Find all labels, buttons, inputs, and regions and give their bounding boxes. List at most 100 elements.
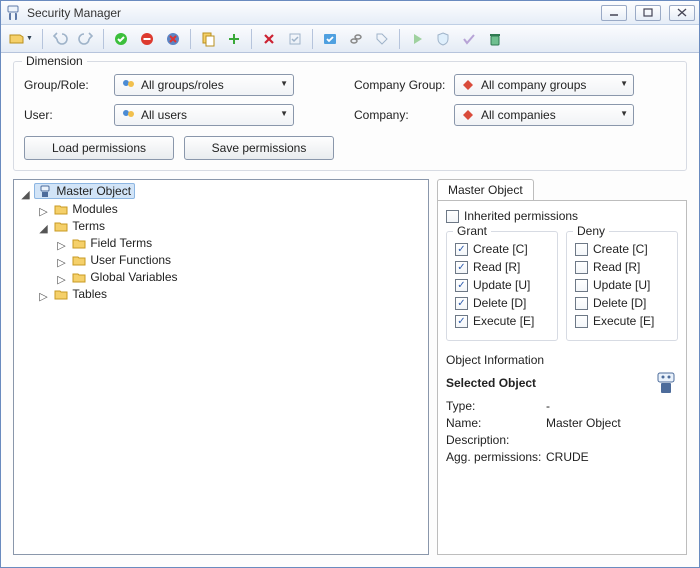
tree-node-field-terms[interactable]: Field Terms	[70, 236, 154, 250]
load-permissions-button[interactable]: Load permissions	[24, 136, 174, 160]
tree-collapse-icon[interactable]: ◢	[20, 188, 31, 201]
selected-object-label: Selected Object	[446, 376, 536, 390]
combo-user[interactable]: All users ▼	[114, 104, 294, 126]
toolbar-tag[interactable]	[370, 28, 394, 50]
combo-company-group-value: All company groups	[481, 78, 586, 92]
inherited-permissions-checkbox[interactable]: Inherited permissions	[446, 209, 678, 223]
grant-legend: Grant	[453, 224, 491, 238]
label-group-role: Group/Role:	[24, 78, 114, 92]
toolbar-check[interactable]	[318, 28, 342, 50]
folder-icon	[72, 236, 86, 250]
users-icon	[121, 108, 135, 122]
combo-company-group[interactable]: All company groups ▼	[454, 74, 634, 96]
info-value-type: -	[546, 399, 678, 413]
combo-group-role[interactable]: All groups/roles ▼	[114, 74, 294, 96]
chevron-down-icon: ▼	[280, 79, 288, 88]
tree-expand-icon[interactable]: ▷	[56, 256, 67, 269]
close-button[interactable]	[669, 5, 695, 21]
toolbar-run[interactable]	[405, 28, 429, 50]
grant-read-checkbox[interactable]: ✓Read [R]	[455, 260, 549, 274]
tree-node-modules[interactable]: Modules	[52, 202, 119, 216]
app-window: Security Manager ▼	[0, 0, 700, 568]
deny-read-checkbox[interactable]: Read [R]	[575, 260, 669, 274]
toolbar-copy[interactable]	[196, 28, 220, 50]
toolbar-remove[interactable]	[257, 28, 281, 50]
toolbar-edit[interactable]	[283, 28, 307, 50]
checkbox-icon: ✓	[455, 243, 468, 256]
tree-node-master-object[interactable]: Master Object	[34, 183, 135, 199]
chevron-down-icon: ▼	[280, 109, 288, 118]
toolbar-deny[interactable]	[135, 28, 159, 50]
toolbar-undo[interactable]	[48, 28, 72, 50]
robot-icon	[654, 371, 678, 395]
toolbar-trash[interactable]	[483, 28, 507, 50]
deny-box: Deny Create [C] Read [R] Update [U] Dele…	[566, 231, 678, 341]
deny-execute-checkbox[interactable]: Execute [E]	[575, 314, 669, 328]
checkbox-icon	[575, 261, 588, 274]
tree-expand-icon[interactable]: ▷	[38, 205, 49, 218]
selected-object-row: Selected Object	[446, 371, 678, 395]
combo-company[interactable]: All companies ▼	[454, 104, 634, 126]
company-group-icon	[461, 78, 475, 92]
folder-icon	[54, 219, 68, 233]
tree-node-tables[interactable]: Tables	[52, 287, 109, 301]
label-company-group: Company Group:	[354, 78, 454, 92]
chevron-down-icon: ▼	[620, 109, 628, 118]
toolbar-confirm[interactable]	[457, 28, 481, 50]
tabbar: Master Object	[437, 179, 687, 200]
main-area: ◢ Master Object ▷ Modules	[1, 171, 699, 567]
checkbox-icon	[575, 279, 588, 292]
tree-node-label: Modules	[72, 202, 117, 216]
toolbar-link[interactable]	[344, 28, 368, 50]
grant-execute-checkbox[interactable]: ✓Execute [E]	[455, 314, 549, 328]
object-info-grid: Type: - Name: Master Object Description:…	[446, 399, 678, 464]
deny-update-checkbox[interactable]: Update [U]	[575, 278, 669, 292]
label-user: User:	[24, 108, 114, 122]
tree-node-terms[interactable]: Terms	[52, 219, 107, 233]
grant-box: Grant ✓Create [C] ✓Read [R] ✓Update [U] …	[446, 231, 558, 341]
tree-collapse-icon[interactable]: ◢	[38, 222, 49, 235]
toolbar-add[interactable]	[222, 28, 246, 50]
checkbox-icon: ✓	[455, 261, 468, 274]
save-permissions-button[interactable]: Save permissions	[184, 136, 334, 160]
maximize-button[interactable]	[635, 5, 661, 21]
dimension-legend: Dimension	[22, 54, 87, 68]
toolbar-separator	[190, 29, 191, 49]
tree-node-label: Tables	[72, 287, 107, 301]
toolbar-allow[interactable]	[109, 28, 133, 50]
minimize-button[interactable]	[601, 5, 627, 21]
toolbar-separator	[399, 29, 400, 49]
users-icon	[121, 78, 135, 92]
folder-icon	[54, 202, 68, 216]
grant-create-checkbox[interactable]: ✓Create [C]	[455, 242, 549, 256]
deny-delete-checkbox[interactable]: Delete [D]	[575, 296, 669, 310]
toolbar-delete-permission[interactable]	[161, 28, 185, 50]
tree-expand-icon[interactable]: ▷	[38, 290, 49, 303]
tree-node-label: Terms	[72, 219, 105, 233]
deny-create-checkbox[interactable]: Create [C]	[575, 242, 669, 256]
toolbar-separator	[103, 29, 104, 49]
info-label-name: Name:	[446, 416, 546, 430]
combo-user-value: All users	[141, 108, 187, 122]
object-tree[interactable]: ◢ Master Object ▷ Modules	[13, 179, 429, 555]
info-label-description: Description:	[446, 433, 546, 447]
grant-update-checkbox[interactable]: ✓Update [U]	[455, 278, 549, 292]
tree-node-global-variables[interactable]: Global Variables	[70, 270, 179, 284]
tree-node-user-functions[interactable]: User Functions	[70, 253, 173, 267]
toolbar-open-dropdown[interactable]: ▼	[5, 28, 37, 50]
toolbar-shield[interactable]	[431, 28, 455, 50]
toolbar-redo[interactable]	[74, 28, 98, 50]
folder-icon	[72, 270, 86, 284]
grant-delete-checkbox[interactable]: ✓Delete [D]	[455, 296, 549, 310]
chevron-down-icon: ▼	[26, 35, 33, 42]
checkbox-icon	[575, 243, 588, 256]
tree-expand-icon[interactable]: ▷	[56, 273, 67, 286]
info-value-description	[546, 433, 678, 447]
tab-body: Inherited permissions Grant ✓Create [C] …	[437, 200, 687, 555]
checkbox-icon	[575, 315, 588, 328]
checkbox-icon	[575, 297, 588, 310]
robot-icon	[38, 184, 52, 198]
folder-icon	[72, 253, 86, 267]
tab-master-object[interactable]: Master Object	[437, 179, 534, 200]
tree-expand-icon[interactable]: ▷	[56, 239, 67, 252]
